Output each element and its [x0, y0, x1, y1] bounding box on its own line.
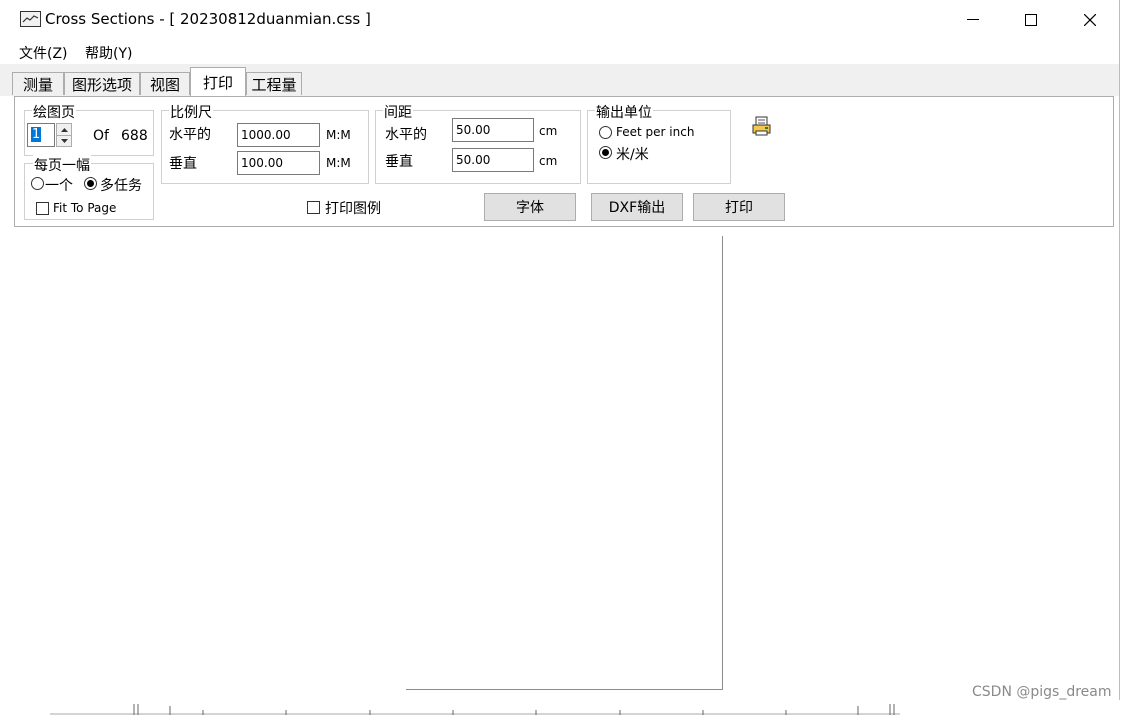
multi-task-radio[interactable]	[84, 177, 97, 190]
menu-bar: 文件(Z) 帮助(Y)	[0, 40, 1119, 64]
single-label: 一个	[45, 178, 73, 194]
page-total-label: 688	[121, 128, 148, 144]
title-bar: Cross Sections - [ 20230812duanmian.css …	[0, 0, 1119, 40]
arrow-down-icon	[60, 138, 68, 143]
font-button[interactable]: 字体	[484, 193, 576, 221]
fit-to-page-label: Fit To Page	[53, 201, 117, 215]
arrow-up-icon	[60, 127, 68, 132]
page-spin-down-button[interactable]	[57, 135, 71, 146]
fit-to-page-checkbox[interactable]	[36, 202, 49, 215]
spacing-group-title: 间距	[383, 102, 413, 122]
spacing-horizontal-input[interactable]: 50.00	[452, 118, 534, 142]
close-button[interactable]	[1061, 0, 1119, 40]
close-icon	[1084, 14, 1096, 26]
page-group: 绘图页 1 Of 688	[24, 102, 154, 156]
window-title: Cross Sections - [ 20230812duanmian.css …	[45, 10, 371, 28]
print-legend-label: 打印图例	[325, 201, 381, 217]
page-spinner	[56, 123, 72, 147]
page-number-value: 1	[31, 127, 42, 142]
meter-per-meter-radio[interactable]	[599, 146, 612, 159]
dxf-export-button[interactable]: DXF输出	[591, 193, 683, 221]
print-setup-icon[interactable]	[752, 115, 772, 137]
sheet-edge-right	[722, 236, 723, 689]
spacing-vertical-input[interactable]: 50.00	[452, 148, 534, 172]
watermark-text: CSDN @pigs_dream	[972, 684, 1112, 700]
spacing-horizontal-label: 水平的	[385, 127, 427, 143]
tab-quantities[interactable]: 工程量	[246, 72, 302, 95]
minimize-icon	[967, 19, 979, 20]
spacing-group: 间距 水平的 50.00 cm 垂直 50.00 cm	[375, 102, 581, 184]
page-of-label: Of	[93, 128, 109, 144]
per-page-group-title: 每页一幅	[33, 155, 91, 175]
page-number-input[interactable]: 1	[27, 123, 55, 147]
tab-view[interactable]: 视图	[140, 72, 190, 95]
scale-horizontal-label: 水平的	[169, 127, 211, 143]
multi-task-label: 多任务	[100, 178, 142, 194]
maximize-button[interactable]	[1002, 0, 1060, 40]
output-unit-group: 输出单位 Feet per inch 米/米	[587, 102, 731, 184]
print-panel: 绘图页 1 Of 688 每页一幅 一个 多任务 Fit To Page 比例尺…	[14, 96, 1114, 227]
menu-help[interactable]: 帮助(Y)	[85, 43, 132, 63]
feet-per-inch-radio[interactable]	[599, 126, 612, 139]
scale-group-title: 比例尺	[169, 102, 213, 122]
print-button[interactable]: 打印	[693, 193, 785, 221]
output-unit-group-title: 输出单位	[595, 102, 653, 122]
per-page-group: 每页一幅 一个 多任务 Fit To Page	[24, 155, 154, 220]
tab-print[interactable]: 打印	[190, 67, 246, 96]
app-window: Cross Sections - [ 20230812duanmian.css …	[0, 0, 1120, 701]
feet-per-inch-label: Feet per inch	[616, 125, 695, 139]
app-chart-icon	[20, 11, 41, 27]
meter-per-meter-label: 米/米	[616, 147, 649, 163]
tab-strip: 测量 图形选项 视图 打印 工程量	[0, 64, 1119, 96]
drawing-area[interactable]	[10, 236, 1119, 696]
maximize-icon	[1025, 14, 1037, 26]
scale-vertical-input[interactable]: 100.00	[237, 151, 320, 175]
scale-group: 比例尺 水平的 1000.00 M:M 垂直 100.00 M:M	[161, 102, 369, 184]
page-group-title: 绘图页	[32, 102, 76, 122]
spacing-horizontal-unit: cm	[539, 124, 558, 138]
scale-horizontal-unit: M:M	[326, 128, 351, 142]
ruler-ticks	[50, 704, 900, 715]
tab-graphic-options[interactable]: 图形选项	[64, 72, 140, 95]
scale-vertical-label: 垂直	[169, 156, 197, 172]
sheet-edge-bottom	[406, 689, 723, 690]
document-print-icon	[752, 116, 771, 136]
menu-file[interactable]: 文件(Z)	[19, 43, 68, 63]
print-legend-checkbox[interactable]	[307, 201, 320, 214]
background-ruler-strip	[0, 700, 1130, 715]
spacing-vertical-label: 垂直	[385, 154, 413, 170]
minimize-button[interactable]	[944, 0, 1002, 40]
tab-survey[interactable]: 测量	[12, 72, 64, 95]
scale-horizontal-input[interactable]: 1000.00	[237, 123, 320, 147]
scale-vertical-unit: M:M	[326, 156, 351, 170]
single-radio[interactable]	[31, 177, 44, 190]
spacing-vertical-unit: cm	[539, 154, 558, 168]
